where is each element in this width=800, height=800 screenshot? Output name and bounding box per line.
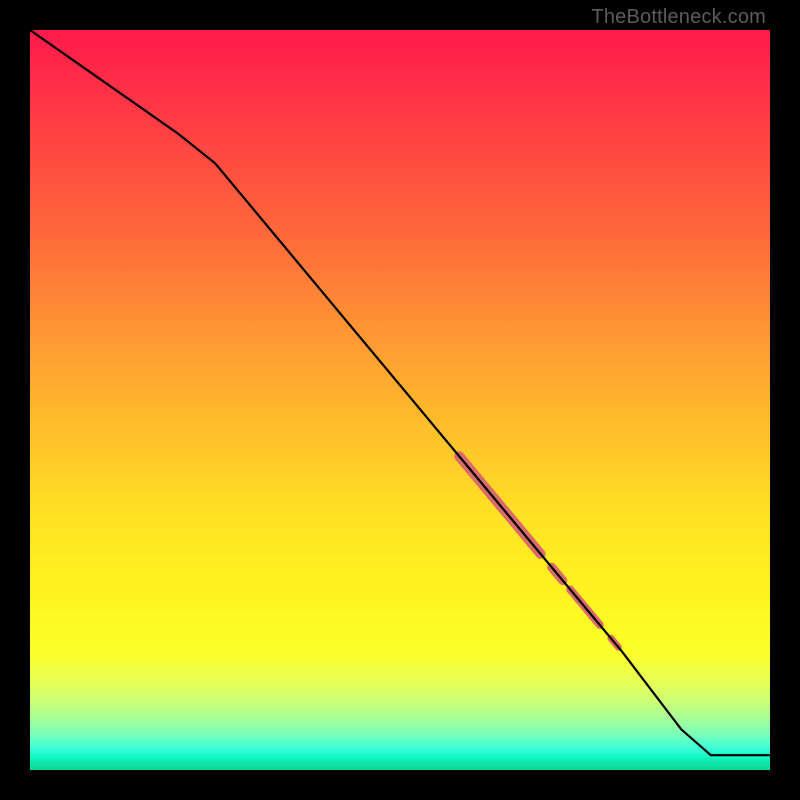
chart-stage: TheBottleneck.com (0, 0, 800, 800)
chart-svg (30, 30, 770, 770)
chart-line (30, 30, 770, 755)
chart-plot-area (30, 30, 770, 770)
attribution-label: TheBottleneck.com (591, 6, 766, 29)
